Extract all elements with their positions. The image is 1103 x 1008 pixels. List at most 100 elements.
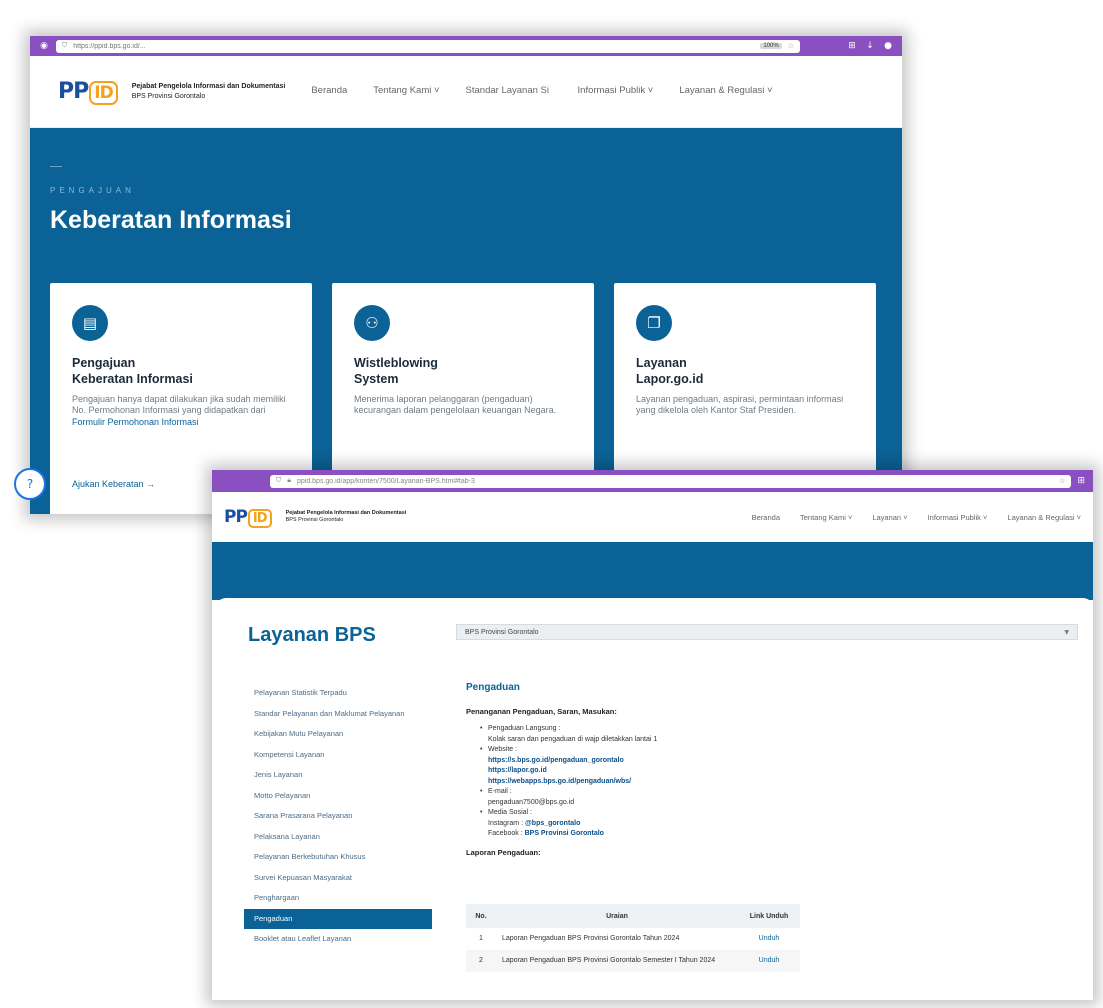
sidebar-item-sarana-prasarana[interactable]: Sarana Prasarana Pelayanan (244, 806, 432, 827)
table-row: 1 Laporan Pengaduan BPS Provinsi Goronta… (466, 928, 800, 950)
site-header: PP ID Pejabat Pengelola Informasi dan Dok… (30, 56, 902, 128)
ppid-logo[interactable]: PP ID Pejabat Pengelola Informasi dan Dok… (58, 79, 286, 105)
sidebar-item-jenis-layanan[interactable]: Jenis Layanan (244, 765, 432, 786)
browser-app-icon: ◉ (40, 41, 48, 51)
ppid-logo[interactable]: PP ID Pejabat Pengelola Informasi dan Dok… (224, 507, 407, 528)
table-header-row: No. Uraian Link Unduh (466, 904, 800, 928)
ppid-logo-mark: PP ID (58, 79, 118, 105)
email-label: E-mail : (480, 787, 866, 798)
menu-item-layanan-regulasi[interactable]: Layanan & Regulasi ˅ (1007, 513, 1081, 522)
browser-window-ppid-keberatan: ◉ ⛉ https://ppid.bps.go.id/... 100% ☆ ⊞ … (30, 36, 902, 514)
sidebar-item-booklet[interactable]: Booklet atau Leaflet Layanan (244, 929, 432, 950)
address-bar[interactable]: ⛉ https://ppid.bps.go.id/... 100% ☆ (56, 39, 800, 53)
hero-section: PENGAJUAN Keberatan Informasi ▤ Pengajua… (30, 128, 902, 514)
table-header-no: No. (466, 904, 496, 928)
url-text: https://ppid.bps.go.id/... (73, 42, 146, 50)
row-desc: Laporan Pengaduan BPS Provinsi Gorontalo… (502, 935, 680, 942)
people-group-icon: ⚇ (354, 305, 390, 341)
ppid-logo-text: Pejabat Pengelola Informasi dan Dokument… (131, 83, 286, 100)
table-row: 2 Laporan Pengaduan BPS Provinsi Goronta… (466, 949, 800, 972)
menu-item-tentang-kami[interactable]: Tentang Kami ˅ (800, 513, 852, 522)
browser-toolbar: ◉ ⛉ https://ppid.bps.go.id/... 100% ☆ ⊞ … (30, 36, 902, 56)
menu-item-tentang-kami[interactable]: Tentang Kami ˅ (373, 85, 439, 96)
card-title: Wistleblowing System (354, 356, 438, 387)
sidebar-item-kompetensi-layanan[interactable]: Kompetensi Layanan (244, 745, 432, 766)
card-title: Layanan Lapor.go.id (636, 356, 704, 387)
menu-item-informasi-publik[interactable]: Informasi Publik ˅ (578, 85, 654, 96)
star-icon[interactable]: ☆ (788, 42, 794, 50)
card-description: Pengajuan hanya dapat dilakukan jika sud… (72, 393, 286, 427)
download-icon[interactable]: ↓ (864, 41, 876, 51)
sidebar-item-pelayanan-statistik-terpadu[interactable]: Pelayanan Statistik Terpadu (244, 683, 432, 704)
row-no: 2 (466, 949, 496, 972)
menu-item-informasi-publik[interactable]: Informasi Publik ˅ (928, 513, 988, 522)
main-menu: Beranda Tentang Kami ˅ Standar Layanan S… (311, 85, 772, 97)
reports-label: Laporan Pengaduan: (466, 847, 541, 857)
menu-item-beranda[interactable]: Beranda (311, 85, 347, 96)
reports-table: No. Uraian Link Unduh 1 Laporan Pengadua… (466, 904, 800, 972)
hero-eyebrow: PENGAJUAN (50, 186, 135, 195)
sidebar-item-survei-kepuasan[interactable]: Survei Kepuasan Masyarakat (244, 868, 432, 889)
menu-item-layanan-regulasi[interactable]: Layanan & Regulasi ˅ (679, 85, 772, 96)
sidebar-item-standar-pelayanan[interactable]: Standar Pelayanan dan Maklumat Pelayanan (244, 704, 432, 725)
card-title: Pengajuan Keberatan Informasi (72, 356, 193, 387)
instagram-row: Instagram : @bps_gorontalo (488, 819, 581, 827)
row-desc: Laporan Pengaduan BPS Provinsi Gorontalo… (496, 949, 738, 972)
social-label: Media Sosial : (480, 808, 866, 819)
sidebar-item-pengaduan[interactable]: Pengaduan (244, 908, 432, 929)
profile-icon[interactable]: ● (882, 41, 894, 51)
download-link[interactable]: Unduh (738, 928, 800, 950)
sidebar-nav: Pelayanan Statistik Terpadu Standar Pela… (244, 683, 432, 950)
website-link-2[interactable]: https://lapor.go.id (480, 766, 866, 777)
zoom-badge[interactable]: 100% (760, 43, 782, 49)
sidebar-item-kebijakan-mutu[interactable]: Kebijakan Mutu Pelayanan (244, 724, 432, 745)
address-bar[interactable]: ⛉ 🔒︎ ppid.bps.go.id/app/konten/7500/Laya… (270, 474, 1072, 488)
help-chat-icon[interactable]: ? (14, 468, 46, 500)
contact-list: Pengaduan Langsung : Kolak saran dan pen… (480, 724, 866, 840)
direct-text: Kolak saran dan pengaduan di wajp dileta… (488, 735, 658, 743)
region-select-value: BPS Provinsi Gorontalo (465, 628, 539, 636)
shield-icon: ⛉ (62, 42, 68, 49)
extensions-icon[interactable]: ⊞ (846, 41, 858, 51)
facebook-link[interactable]: BPS Provinsi Gorontalo (525, 830, 604, 837)
ajukan-keberatan-link[interactable]: Ajukan Keberatan → (72, 479, 155, 489)
website-link-3[interactable]: https://webapps.bps.go.id/pengaduan/wbs/ (480, 777, 866, 788)
sidebar-item-pelaksana-layanan[interactable]: Pelaksana Layanan (244, 827, 432, 848)
formulir-permohonan-link[interactable]: Formulir Permohonan Informasi (72, 417, 199, 427)
star-icon[interactable]: ☆ (1059, 477, 1065, 485)
url-text: ppid.bps.go.id/app/konten/7500/Layanan-B… (296, 477, 475, 485)
sidebar-item-motto-pelayanan[interactable]: Motto Pelayanan (244, 786, 432, 807)
menu-item-beranda[interactable]: Beranda (752, 513, 780, 522)
page-title: Layanan BPS (248, 624, 376, 646)
website-label: Website : (480, 745, 866, 756)
instagram-link[interactable]: @bps_gorontalo (525, 820, 580, 827)
sidebar-item-berkebutuhan-khusus[interactable]: Pelayanan Berkebutuhan Khusus (244, 847, 432, 868)
page-body: Layanan BPS Pelayanan Statistik Terpadu … (216, 598, 1093, 1000)
extensions-icon[interactable]: ⊞ (1077, 476, 1085, 486)
sidebar-item-penghargaan[interactable]: Penghargaan (244, 888, 432, 909)
browser-toolbar: ⛉ 🔒︎ ppid.bps.go.id/app/konten/7500/Laya… (212, 470, 1093, 492)
website-link-1[interactable]: https://s.bps.go.id/pengaduan_gorontalo (480, 756, 866, 767)
download-link[interactable]: Unduh (738, 949, 800, 972)
shield-icon: ⛉ (276, 477, 282, 484)
main-menu: Beranda Tentang Kami ˅ Layanan ˅ Informa… (752, 513, 1081, 522)
chat-bubbles-icon: ❐ (636, 305, 672, 341)
direct-label: Pengaduan Langsung : (480, 724, 866, 735)
card-description: Menerima laporan pelanggaran (pengaduan)… (354, 393, 557, 416)
menu-item-layanan[interactable]: Layanan ˅ (872, 513, 907, 522)
browser-window-layanan-bps: ⛉ 🔒︎ ppid.bps.go.id/app/konten/7500/Laya… (212, 470, 1093, 1000)
section-subheading: Penanganan Pengaduan, Saran, Masukan: (466, 707, 617, 716)
card-description: Layanan pengaduan, aspirasi, permintaan … (636, 393, 844, 416)
page-banner (212, 542, 1093, 600)
site-header: PP ID Pejabat Pengelola Informasi dan Dok… (212, 492, 1093, 542)
chevron-down-icon: ▼ (1064, 628, 1069, 636)
section-heading: Pengaduan (466, 682, 520, 693)
table-header-link: Link Unduh (738, 904, 800, 928)
ppid-logo-text: Pejabat Pengelola Informasi dan Dokument… (285, 509, 407, 523)
menu-item-standar-layanan[interactable]: Standar Layanan Si (466, 85, 552, 97)
region-select[interactable]: BPS Provinsi Gorontalo ▼ (456, 624, 1078, 640)
clipboard-icon: ▤ (72, 305, 108, 341)
row-no: 1 (479, 935, 483, 942)
facebook-row: Facebook : BPS Provinsi Gorontalo (488, 830, 604, 837)
lock-icon: 🔒︎ (287, 477, 291, 484)
